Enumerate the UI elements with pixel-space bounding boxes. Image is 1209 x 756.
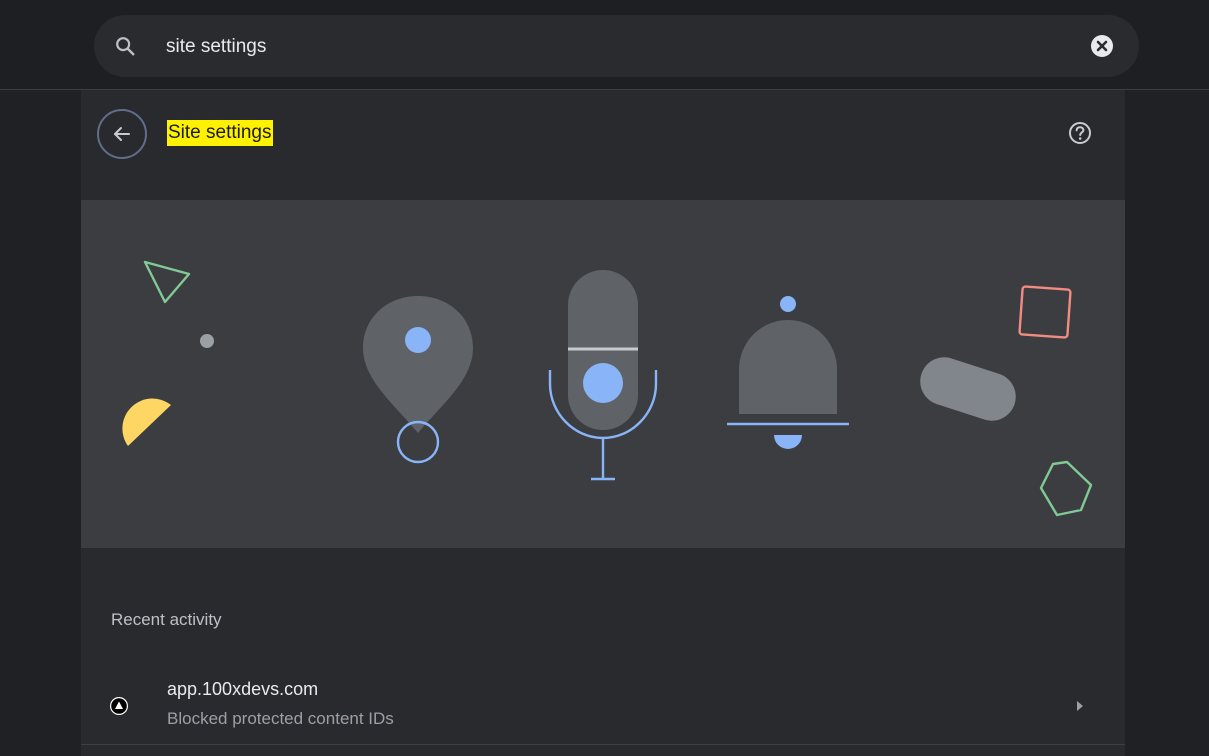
dot-shape [200, 334, 214, 348]
back-button[interactable] [97, 109, 147, 159]
half-circle-shape [122, 398, 171, 446]
section-title-recent-activity: Recent activity [111, 610, 222, 629]
search-bar[interactable] [94, 15, 1139, 77]
location-pin-icon [363, 296, 473, 464]
arrow-back-icon [114, 127, 130, 141]
microphone-icon [548, 270, 658, 481]
search-icon [116, 37, 135, 56]
site-favicon [110, 697, 128, 715]
search-input[interactable] [164, 31, 1068, 63]
top-bar [0, 0, 1209, 90]
settings-panel: Site settings Recent activity app.100xde… [81, 90, 1125, 756]
site-name: app.100xdevs.com [167, 679, 319, 699]
square-shape [1018, 285, 1072, 339]
triangle-shape [143, 260, 191, 304]
help-icon[interactable] [1067, 120, 1093, 146]
hexagon-shape [1039, 460, 1093, 517]
pill-shape [920, 357, 1016, 421]
clear-icon[interactable] [1090, 34, 1114, 58]
page-title: Site settings [167, 120, 273, 146]
site-status: Blocked protected content IDs [167, 709, 394, 728]
site-settings-illustration [81, 200, 1125, 548]
list-item[interactable]: app.100xdevs.com Blocked protected conte… [81, 668, 1125, 745]
bell-icon [727, 296, 849, 449]
chevron-right-icon [1077, 701, 1083, 711]
